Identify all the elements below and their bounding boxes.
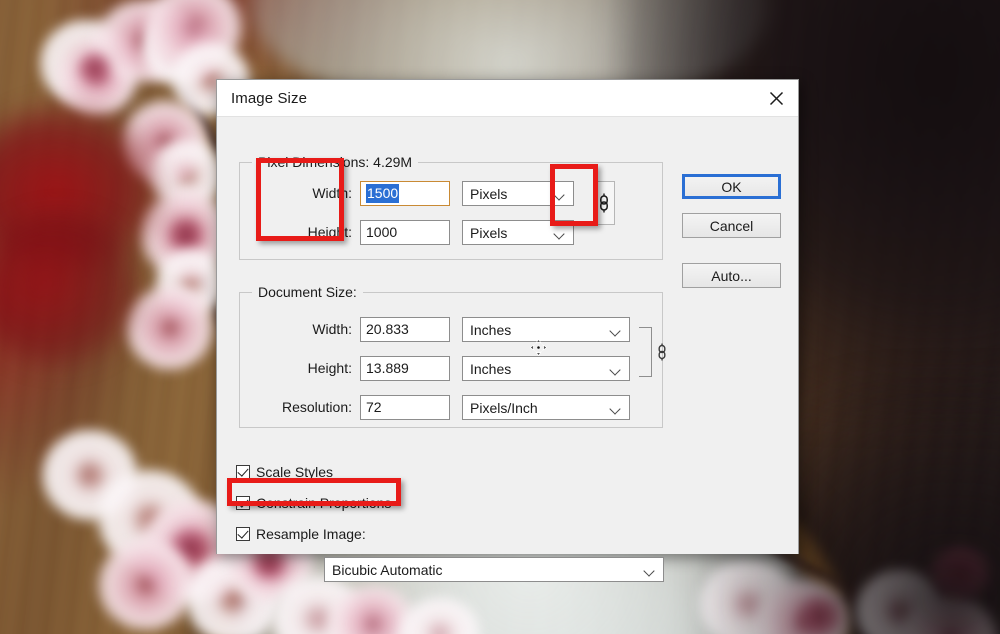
scale-styles-checkbox[interactable]: Scale Styles <box>236 464 333 480</box>
pixel-height-unit-value: Pixels <box>470 225 508 241</box>
resample-method-value: Bicubic Automatic <box>332 562 443 578</box>
cancel-button[interactable]: Cancel <box>682 213 781 238</box>
link-bracket <box>639 327 652 377</box>
pixel-height-input[interactable]: 1000 <box>360 220 450 245</box>
checkbox-box <box>236 496 250 510</box>
dialog-body: Pixel Dimensions: 4.29M Width: 1500 Pixe… <box>217 117 798 582</box>
doc-height-value: 13.889 <box>366 360 409 376</box>
pixel-dimensions-group: Pixel Dimensions: 4.29M Width: 1500 Pixe… <box>239 154 663 260</box>
pixel-dimensions-link-button[interactable] <box>593 181 615 225</box>
dialog-titlebar[interactable]: Image Size <box>217 80 798 117</box>
pixel-dimensions-legend: Pixel Dimensions: 4.29M <box>252 154 419 170</box>
resample-method-select[interactable]: Bicubic Automatic <box>324 557 664 582</box>
doc-width-unit-select[interactable]: Inches <box>462 317 630 342</box>
image-size-dialog: Image Size Pixel Dimensions: 4.29M Width… <box>216 79 799 582</box>
chain-link-icon <box>600 193 608 213</box>
doc-height-label: Height: <box>307 360 352 376</box>
checkbox-box <box>236 527 250 541</box>
pixel-width-unit-value: Pixels <box>470 186 508 202</box>
auto-button-label: Auto... <box>711 267 752 284</box>
pixel-height-unit-select[interactable]: Pixels <box>462 220 574 245</box>
pixel-height-label: Height: <box>307 224 352 240</box>
doc-width-label: Width: <box>312 321 352 337</box>
scale-styles-label: Scale Styles <box>256 464 334 480</box>
chevron-down-icon <box>555 191 565 197</box>
doc-resolution-label: Resolution: <box>281 399 352 415</box>
document-size-link-indicator <box>639 321 679 385</box>
blossom <box>98 540 194 630</box>
pixel-width-input[interactable]: 1500 <box>360 181 450 206</box>
doc-resolution-unit-select[interactable]: Pixels/Inch <box>462 395 630 420</box>
ok-button[interactable]: OK <box>682 174 781 199</box>
chevron-down-icon <box>611 366 621 372</box>
resample-image-checkbox[interactable]: Resample Image: <box>236 526 366 542</box>
chevron-down-icon <box>645 567 655 573</box>
chevron-down-icon <box>611 327 621 333</box>
resample-image-label: Resample Image: <box>256 526 366 542</box>
dialog-title: Image Size <box>231 90 308 107</box>
document-size-group: Document Size: Width: 20.833 Inches Heig… <box>239 284 666 428</box>
pixel-width-unit-select[interactable]: Pixels <box>462 181 574 206</box>
doc-width-value: 20.833 <box>366 321 409 337</box>
document-size-legend: Document Size: <box>252 284 363 300</box>
chain-link-icon <box>658 343 666 361</box>
ok-button-label: OK <box>721 178 742 195</box>
pixel-width-label: Width: <box>312 185 352 201</box>
cancel-button-label: Cancel <box>709 217 754 234</box>
close-icon[interactable] <box>754 80 798 116</box>
chevron-down-icon <box>555 230 565 236</box>
chevron-down-icon <box>611 405 621 411</box>
constrain-proportions-checkbox[interactable]: Constrain Proportions <box>236 495 391 511</box>
doc-resolution-value: 72 <box>366 399 382 415</box>
doc-height-unit-select[interactable]: Inches <box>462 356 630 381</box>
pixel-height-value: 1000 <box>366 224 398 240</box>
blossom <box>168 218 204 252</box>
screenshot-root: Image Size Pixel Dimensions: 4.29M Width… <box>0 0 1000 634</box>
auto-button[interactable]: Auto... <box>682 263 781 288</box>
pixel-width-value: 1500 <box>366 184 400 203</box>
constrain-proportions-label: Constrain Proportions <box>256 495 392 511</box>
doc-height-unit-value: Inches <box>470 361 512 377</box>
doc-width-input[interactable]: 20.833 <box>360 317 450 342</box>
doc-width-unit-value: Inches <box>470 322 512 338</box>
doc-resolution-unit-value: Pixels/Inch <box>470 400 538 416</box>
doc-height-input[interactable]: 13.889 <box>360 356 450 381</box>
doc-resolution-input[interactable]: 72 <box>360 395 450 420</box>
checkbox-box <box>236 465 250 479</box>
blossom <box>78 52 112 84</box>
